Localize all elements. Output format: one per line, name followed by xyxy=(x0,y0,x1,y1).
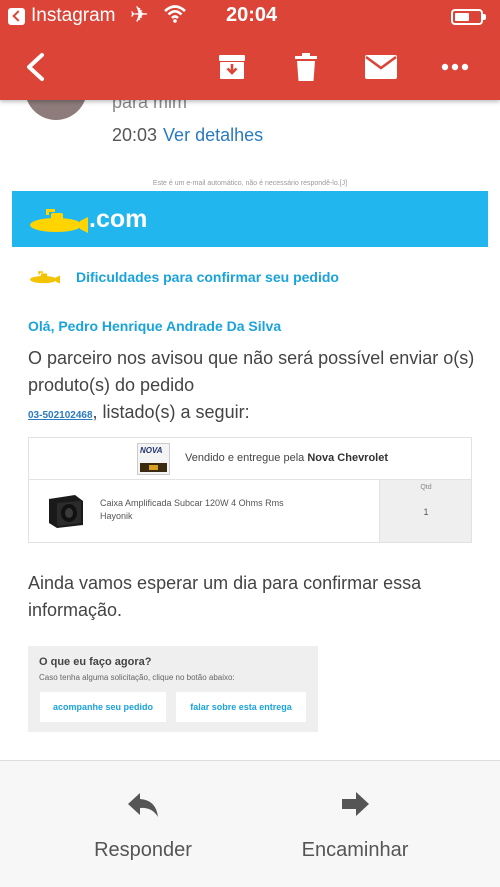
forward-button[interactable]: Encaminhar xyxy=(230,761,480,887)
battery-icon xyxy=(451,9,486,25)
status-bar: Instagram ✈ 20:04 xyxy=(0,0,500,34)
seller-prefix: Vendido e entregue pela xyxy=(185,452,308,464)
help-box: O que eu faço agora? Caso tenha alguma s… xyxy=(28,646,318,732)
reply-icon xyxy=(128,793,158,817)
difficulty-heading: Dificuldades para confirmar seu pedido xyxy=(28,266,488,290)
order-items-table: NOVA Vendido e entregue pela Nova Chevro… xyxy=(28,437,472,543)
seller-logo-text: NOVA xyxy=(140,446,163,455)
wait-message: Ainda vamos esperar um dia para confirma… xyxy=(28,573,422,620)
back-button[interactable] xyxy=(10,34,60,100)
wifi-icon xyxy=(164,5,186,23)
difficulty-title: Dificuldades para confirmar seu pedido xyxy=(76,269,339,285)
help-subtitle: Caso tenha alguma solicitação, clique no… xyxy=(39,673,235,682)
back-to-app-icon[interactable] xyxy=(8,8,25,25)
seller-logo: NOVA xyxy=(137,443,170,475)
back-arrow-icon xyxy=(27,53,44,81)
quantity-value: 1 xyxy=(423,507,429,517)
chevrolet-bowtie-icon xyxy=(140,463,167,472)
bottom-action-bar: Responder Encaminhar xyxy=(0,760,500,887)
submarine-small-icon xyxy=(30,271,60,284)
email-content: para mim 20:03 Ver detalhes Este é um e-m… xyxy=(0,0,500,760)
seller-name: Nova Chevrolet xyxy=(307,452,389,464)
forward-icon xyxy=(342,792,369,816)
seller-info: Vendido e entregue pela Nova Chevrolet xyxy=(185,452,388,464)
help-title: O que eu faço agora? xyxy=(39,656,152,668)
clock: 20:04 xyxy=(226,4,278,26)
mark-unread-button[interactable] xyxy=(356,34,406,100)
more-options-button[interactable] xyxy=(430,34,480,100)
order-number-link[interactable]: 03-502102468 xyxy=(28,410,93,421)
email-time-line: 20:03 Ver detalhes xyxy=(112,125,263,146)
auto-email-notice: Este é um e-mail automático, não é neces… xyxy=(152,180,348,187)
message-part-1: O parceiro nos avisou que não será possí… xyxy=(28,348,475,395)
brand-logo-text: .com xyxy=(89,205,148,233)
archive-icon xyxy=(219,55,245,79)
message-body: O parceiro nos avisou que não será possí… xyxy=(28,345,483,429)
archive-button[interactable] xyxy=(207,34,257,100)
view-details-link[interactable]: Ver detalhes xyxy=(163,125,263,145)
talk-about-delivery-button[interactable]: falar sobre esta entrega xyxy=(176,692,306,722)
more-icon xyxy=(441,63,469,71)
back-to-app-label[interactable]: Instagram xyxy=(31,5,115,27)
email-toolbar xyxy=(0,34,500,100)
quantity-column: Qtd 1 xyxy=(379,480,471,542)
greeting: Olá, Pedro Henrique Andrade Da Silva xyxy=(28,318,282,334)
seller-row: NOVA Vendido e entregue pela Nova Chevro… xyxy=(29,438,471,480)
forward-label: Encaminhar xyxy=(301,839,409,861)
quantity-label: Qtd xyxy=(420,484,432,491)
email-screen: para mim 20:03 Ver detalhes Este é um e-m… xyxy=(0,0,500,887)
message-part-2: , listado(s) a seguir: xyxy=(92,402,250,422)
brand-banner[interactable]: .com xyxy=(12,191,488,247)
subwoofer-box-image xyxy=(49,495,83,528)
delete-button[interactable] xyxy=(281,34,331,100)
mail-icon xyxy=(365,55,397,79)
product-name: Caixa Amplificada Subcar 120W 4 Ohms Rms… xyxy=(100,498,284,521)
email-time: 20:03 xyxy=(112,125,158,145)
track-order-button[interactable]: acompanhe seu pedido xyxy=(40,692,166,722)
airplane-mode-icon: ✈ xyxy=(130,2,149,27)
trash-icon xyxy=(295,53,317,81)
app-header: Instagram ✈ 20:04 xyxy=(0,0,500,100)
submarine-logo-icon xyxy=(30,209,88,233)
product-row[interactable]: Caixa Amplificada Subcar 120W 4 Ohms Rms… xyxy=(29,480,471,542)
